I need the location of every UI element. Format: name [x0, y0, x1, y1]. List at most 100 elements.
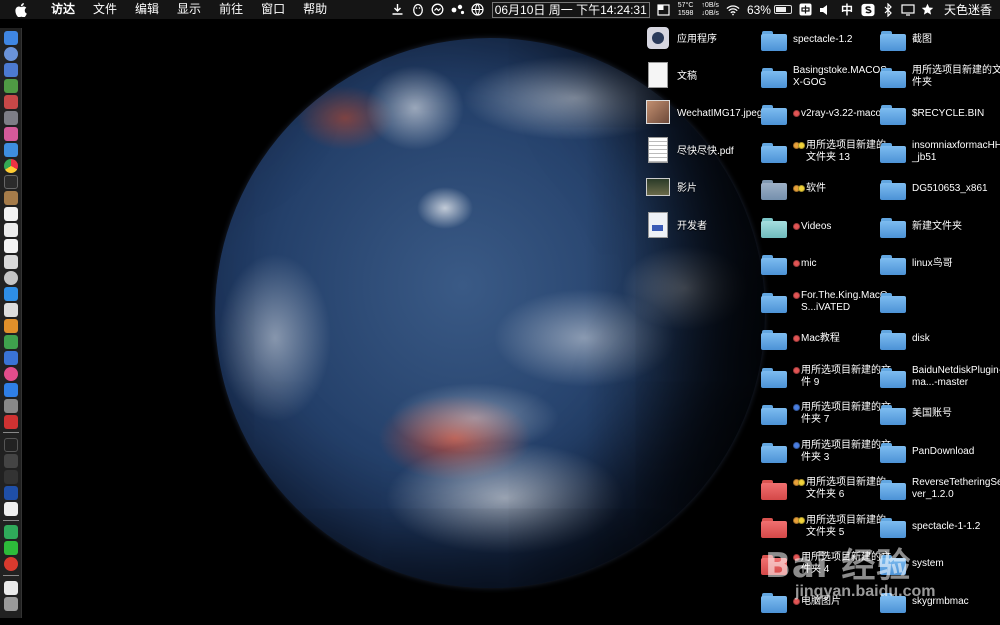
desktop-item[interactable] [880, 285, 1000, 319]
preview-icon[interactable] [4, 255, 18, 269]
desktop-item[interactable]: 用所选项目新建的文件夹 5 [761, 510, 891, 544]
desktop-item[interactable]: Basingstoke.MACOSX-GOG [761, 60, 891, 94]
desktop-item[interactable]: 尽快尽快.pdf [645, 135, 775, 169]
window-manager-icon[interactable] [657, 3, 671, 17]
menu-window[interactable]: 窗口 [252, 0, 294, 19]
downloads-stack-icon[interactable] [4, 581, 18, 595]
desktop-item[interactable]: 用所选项目新建的文件夹 [880, 60, 1000, 94]
menu-edit[interactable]: 编辑 [126, 0, 168, 19]
notes-brown-icon[interactable] [4, 191, 18, 205]
desktop-item[interactable]: 用所选项目新建的文件夹 4 [761, 547, 891, 581]
app-red-icon[interactable] [4, 95, 18, 109]
user-name[interactable]: 天色迷香 [944, 1, 992, 18]
desktop-item[interactable]: 应用程序 [645, 23, 775, 57]
bluetooth-icon[interactable] [881, 2, 895, 17]
app-store-icon[interactable] [4, 143, 18, 157]
vpn-icon[interactable] [4, 486, 18, 500]
safari-icon[interactable] [4, 63, 18, 77]
desktop-item[interactable]: WechatIMG17.jpeg [645, 97, 775, 131]
desktop-item[interactable]: 新建文件夹 [880, 210, 1000, 244]
desktop-item[interactable]: 美国账号 [880, 397, 1000, 431]
apple-menu-icon[interactable] [14, 2, 28, 17]
qq-penguin-icon[interactable] [411, 3, 425, 17]
desktop-item[interactable]: disk [880, 322, 1000, 356]
activity-monitor-icon[interactable] [4, 454, 18, 468]
desktop-item[interactable]: 用所选项目新建的文件夹 7 [761, 397, 891, 431]
app-dark-icon[interactable] [4, 470, 18, 484]
menu-file[interactable]: 文件 [84, 0, 126, 19]
reminders-icon[interactable] [4, 239, 18, 253]
share-dots-icon[interactable] [451, 3, 465, 17]
menubar-clock[interactable]: 06月10日 周一 下午14:24:31 [491, 1, 650, 18]
desktop-item[interactable]: 用所选项目新建的文件夹 6 [761, 472, 891, 506]
desktop-item[interactable]: $RECYCLE.BIN [880, 97, 1000, 131]
desktop-item[interactable]: 文稿 [645, 60, 775, 94]
contacts-icon[interactable] [4, 303, 18, 317]
input-method-icon[interactable] [799, 3, 813, 17]
vivaldi-icon[interactable] [4, 415, 18, 429]
android-icon[interactable] [4, 79, 18, 93]
wifi-icon[interactable] [726, 3, 740, 17]
trash-icon[interactable] [4, 597, 18, 611]
desktop-item[interactable]: spectacle-1.2 [761, 23, 891, 57]
desktop-item[interactable]: 开发者 [645, 210, 775, 244]
sogou-s-icon[interactable] [861, 3, 875, 17]
desktop-item[interactable]: Videos [761, 210, 891, 244]
numbers-icon[interactable] [4, 335, 18, 349]
volume-icon[interactable] [819, 3, 833, 17]
wechat-icon[interactable] [4, 541, 18, 555]
desktop-item[interactable]: Mac教程 [761, 322, 891, 356]
globe-icon[interactable] [471, 3, 485, 17]
menu-go[interactable]: 前往 [210, 0, 252, 19]
system-preferences-icon[interactable] [4, 399, 18, 413]
desktop-item[interactable]: DG510653_x861 [880, 172, 1000, 206]
desktop-item[interactable]: v2ray-v3.22-macos [761, 97, 891, 131]
network-speed[interactable]: ↑0B/s ↓0B/s [701, 2, 719, 18]
calendar-icon[interactable] [4, 207, 18, 221]
desktop-item[interactable]: 软件 [761, 172, 891, 206]
desktop-item[interactable]: ReverseTetheringServer_1.2.0 [880, 472, 1000, 506]
appstore-blue-icon[interactable] [4, 383, 18, 397]
battery-status[interactable]: 63% [747, 3, 792, 17]
terminal-icon[interactable] [4, 175, 18, 189]
yandex-icon[interactable] [4, 502, 18, 516]
desktop-item[interactable]: 电脑图片 [761, 585, 891, 619]
desktop-item[interactable]: 影片 [645, 172, 775, 206]
launchpad-icon[interactable] [4, 47, 18, 61]
desktop-item[interactable]: 用所选项目新建的文件夹 13 [761, 135, 891, 169]
desktop-item[interactable]: 用所选项目新建的文件 9 [761, 360, 891, 394]
desktop-item[interactable]: skygrmbmac [880, 585, 1000, 619]
sync-icon[interactable] [431, 3, 445, 17]
menu-help[interactable]: 帮助 [294, 0, 336, 19]
messages-icon[interactable] [4, 287, 18, 301]
itunes-icon[interactable] [4, 367, 18, 381]
desktop-item[interactable]: mic [761, 247, 891, 281]
app-green-icon[interactable] [4, 525, 18, 539]
display-icon[interactable] [901, 3, 915, 17]
desktop-item[interactable]: 用所选项目新建的文件夹 3 [761, 435, 891, 469]
desktop-item[interactable]: BaiduNetdiskPlugin-ma...-master [880, 360, 1000, 394]
menu-view[interactable]: 显示 [168, 0, 210, 19]
netease-music-icon[interactable] [4, 557, 18, 571]
notes-icon[interactable] [4, 223, 18, 237]
system-monitor[interactable]: 57°C 1598 [678, 2, 694, 18]
desktop-item[interactable]: For.The.King.MacOS...iVATED [761, 285, 891, 319]
desktop-item[interactable]: insomniaxformacHHB_jb51 [880, 135, 1000, 169]
keynote-icon[interactable] [4, 351, 18, 365]
finder-icon[interactable] [4, 31, 18, 45]
chrome-icon[interactable] [4, 159, 18, 173]
ime-language-indicator[interactable]: 中 [841, 1, 853, 18]
console-icon[interactable] [4, 438, 18, 452]
photos-icon[interactable] [4, 271, 18, 285]
desktop-item[interactable]: PanDownload [880, 435, 1000, 469]
download-icon[interactable] [391, 3, 405, 17]
desktop-item[interactable]: spectacle-1-1.2 [880, 510, 1000, 544]
star-icon[interactable] [921, 3, 935, 17]
app-pink-icon[interactable] [4, 127, 18, 141]
app-gray-icon[interactable] [4, 111, 18, 125]
pages-icon[interactable] [4, 319, 18, 333]
desktop-item[interactable]: system [880, 547, 1000, 581]
desktop-item[interactable]: linux鸟哥 [880, 247, 1000, 281]
desktop-item[interactable]: 截图 [880, 23, 1000, 57]
app-menu-finder[interactable]: 访达 [42, 0, 84, 19]
